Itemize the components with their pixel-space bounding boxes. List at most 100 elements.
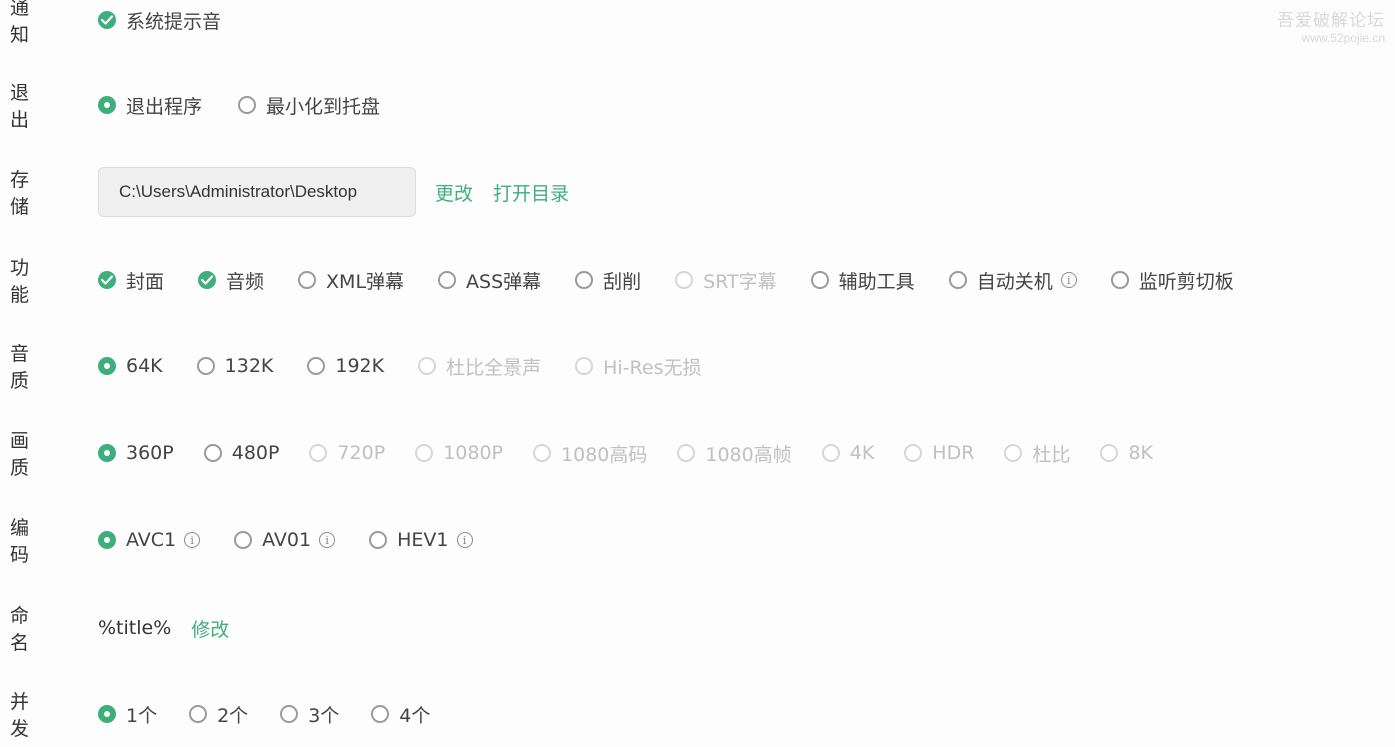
checkbox[interactable]: [810, 271, 829, 289]
concurrency-option[interactable]: 3个: [280, 701, 339, 728]
video-quality-option: 1080高帧: [677, 440, 792, 467]
video-quality-option: 1080高码: [533, 440, 647, 467]
option-label: 2个: [217, 704, 249, 727]
audio-quality-option[interactable]: 192K: [307, 355, 384, 377]
checkbox[interactable]: [298, 271, 317, 289]
checkbox[interactable]: [98, 271, 116, 289]
checkmark-icon: [101, 15, 113, 25]
features-option[interactable]: 音频: [198, 267, 264, 294]
option-label: 辅助工具: [838, 270, 915, 293]
option-label: HEV1: [397, 529, 449, 551]
radio-button[interactable]: [98, 96, 116, 114]
audio-quality-option[interactable]: 132K: [196, 355, 273, 377]
radio-button[interactable]: [234, 531, 253, 549]
info-icon[interactable]: i: [319, 532, 336, 548]
checkbox[interactable]: [948, 271, 967, 289]
video-quality-option: HDR: [904, 442, 974, 464]
radio-button[interactable]: [196, 357, 215, 375]
radio-button[interactable]: [371, 705, 390, 723]
concurrency-option[interactable]: 1个: [98, 701, 157, 728]
checkmark-icon: [101, 275, 113, 285]
concurrency-option[interactable]: 2个: [189, 701, 248, 728]
radio-button[interactable]: [369, 531, 388, 549]
info-icon[interactable]: i: [456, 532, 473, 548]
features-option[interactable]: 辅助工具: [810, 267, 915, 294]
info-icon[interactable]: i: [184, 532, 201, 548]
radio-button: [309, 444, 328, 462]
video-quality-option[interactable]: 360P: [98, 442, 174, 464]
features-option[interactable]: XML弹幕: [298, 267, 404, 294]
radio-button[interactable]: [307, 357, 326, 375]
option-label: 退出程序: [126, 95, 203, 118]
radio-button[interactable]: [98, 531, 116, 549]
option-label: 系统提示音: [126, 10, 222, 33]
radio-button: [904, 444, 923, 462]
option-label: 480P: [231, 442, 280, 464]
audio-quality-option[interactable]: 64K: [98, 355, 163, 377]
radio-button: [415, 444, 434, 462]
video-quality-option[interactable]: 480P: [203, 442, 280, 464]
checkbox[interactable]: [575, 271, 594, 289]
radio-button[interactable]: [189, 705, 208, 723]
radio-button[interactable]: [203, 444, 222, 462]
codec-option[interactable]: AVC1 i: [98, 529, 201, 551]
notify-option[interactable]: 系统提示音: [98, 7, 221, 34]
radio-button[interactable]: [98, 444, 116, 462]
checkbox[interactable]: [198, 271, 217, 289]
naming-template: %title%: [98, 617, 172, 639]
radio-button[interactable]: [98, 705, 116, 723]
option-label: Hi-Res无损: [603, 356, 702, 379]
checkbox[interactable]: [98, 11, 116, 29]
change-path-link[interactable]: 更改: [435, 179, 473, 206]
option-label: 1080高帧: [705, 443, 792, 466]
modify-naming-link[interactable]: 修改: [191, 615, 229, 642]
notify-options: 系统提示音: [98, 7, 255, 34]
option-label: 最小化到托盘: [266, 95, 381, 118]
concurrency-label: 并发: [10, 691, 30, 740]
features-option[interactable]: 监听剪切板: [1110, 267, 1234, 294]
option-label: 杜比全景声: [446, 356, 542, 379]
option-label: SRT字幕: [703, 270, 777, 293]
option-label: 杜比: [1032, 443, 1071, 466]
exit-option[interactable]: 退出程序: [98, 92, 202, 119]
radio-button[interactable]: [98, 357, 116, 375]
notify-label: 通知: [10, 0, 30, 46]
option-label: 192K: [335, 355, 385, 377]
option-label: 音频: [226, 270, 265, 293]
option-label: 4K: [849, 442, 875, 464]
watermark-title: 吾爱破解论坛: [1277, 11, 1385, 31]
option-label: 3个: [308, 704, 340, 727]
checkmark-icon: [201, 275, 214, 285]
checkbox[interactable]: [438, 271, 457, 289]
exit-option[interactable]: 最小化到托盘: [238, 92, 380, 119]
info-icon[interactable]: i: [1060, 272, 1077, 288]
codec-option[interactable]: HEV1 i: [369, 529, 473, 551]
features-option[interactable]: 刮削: [575, 267, 641, 294]
radio-button: [821, 444, 840, 462]
naming-label: 命名: [10, 605, 30, 654]
storage-path-field[interactable]: C:\Users\Administrator\Desktop: [98, 167, 416, 217]
option-label: XML弹幕: [326, 270, 405, 293]
concurrency-option[interactable]: 4个: [371, 701, 430, 728]
option-label: 监听剪切板: [1138, 270, 1234, 293]
audio-quality-option: Hi-Res无损: [575, 353, 701, 380]
option-label: 1个: [126, 704, 158, 727]
radio-button[interactable]: [280, 705, 299, 723]
features-option[interactable]: ASS弹幕: [438, 267, 541, 294]
features-option[interactable]: 自动关机 i: [948, 267, 1077, 294]
checkbox[interactable]: [1110, 271, 1129, 289]
radio-button: [1100, 444, 1119, 462]
codec-option[interactable]: AV01 i: [234, 529, 336, 551]
option-label: 720P: [337, 442, 386, 464]
open-directory-link[interactable]: 打开目录: [493, 179, 569, 206]
video-quality-option: 8K: [1100, 442, 1153, 464]
radio-button[interactable]: [238, 96, 257, 114]
exit-label: 退出: [10, 82, 30, 131]
video-quality-option: 4K: [821, 442, 875, 464]
video-quality-option: 杜比: [1004, 440, 1070, 467]
checkbox: [675, 271, 694, 289]
features-option[interactable]: 封面: [98, 267, 164, 294]
option-label: ASS弹幕: [466, 270, 542, 293]
exit-options: 退出程序 最小化到托盘: [98, 92, 416, 119]
option-label: 1080高码: [561, 443, 648, 466]
